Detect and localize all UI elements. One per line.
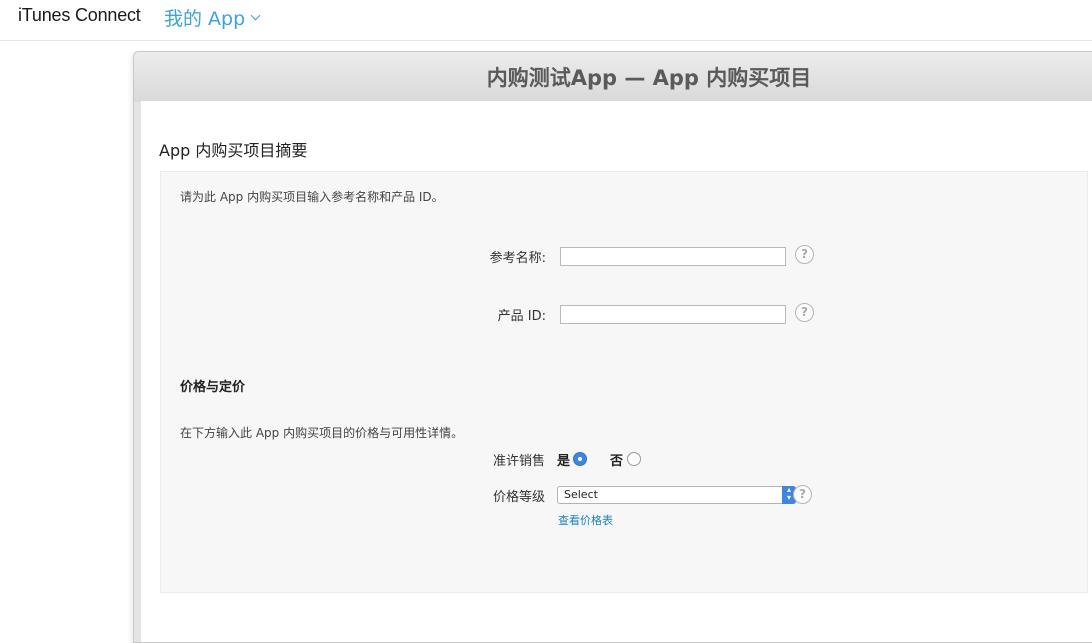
pricing-heading: 价格与定价 xyxy=(180,380,246,395)
product-id-input[interactable] xyxy=(560,305,786,324)
product-id-label: 产品 ID: xyxy=(497,309,546,324)
form-panel: 请为此 App 内购买项目输入参考名称和产品 ID。 参考名称: ? 产品 ID… xyxy=(160,171,1088,593)
view-pricing-matrix-link[interactable]: 查看价格表 xyxy=(558,512,613,528)
top-bar: iTunes Connect 我的 App xyxy=(0,0,1092,41)
yes-radio[interactable] xyxy=(573,452,587,466)
iap-modal: 内购测试App — App 内购买项目 App 内购买项目摘要 请为此 App … xyxy=(133,51,1092,643)
reference-name-input[interactable] xyxy=(560,247,786,266)
modal-header: 内购测试App — App 内购买项目 xyxy=(134,52,1092,102)
my-apps-menu[interactable]: 我的 App xyxy=(164,4,261,31)
modal-title: 内购测试App — App 内购买项目 xyxy=(486,66,812,90)
pricing-intro: 在下方输入此 App 内购买项目的价格与可用性详情。 xyxy=(180,426,464,440)
my-apps-label: 我的 App xyxy=(164,8,246,30)
summary-intro: 请为此 App 内购买项目输入参考名称和产品 ID。 xyxy=(180,190,444,204)
yes-label: 是 xyxy=(557,454,571,469)
cleared-for-sale-label: 准许销售 xyxy=(492,454,545,469)
price-tier-value: Select xyxy=(564,488,598,501)
price-tier-label: 价格等级 xyxy=(492,490,545,505)
price-tier-help-icon[interactable]: ? xyxy=(793,485,812,504)
brand-title: iTunes Connect xyxy=(18,5,141,25)
reference-name-help-icon[interactable]: ? xyxy=(795,245,814,264)
chevron-down-icon xyxy=(250,10,261,21)
no-label: 否 xyxy=(610,454,624,469)
section-title: App 内购买项目摘要 xyxy=(159,141,308,160)
price-tier-select[interactable]: Select ▴ ▾ xyxy=(557,486,796,504)
product-id-help-icon[interactable]: ? xyxy=(795,303,814,322)
reference-name-label: 参考名称: xyxy=(489,251,546,266)
no-radio[interactable] xyxy=(627,452,641,466)
modal-body: App 内购买项目摘要 请为此 App 内购买项目输入参考名称和产品 ID。 参… xyxy=(141,101,1092,642)
